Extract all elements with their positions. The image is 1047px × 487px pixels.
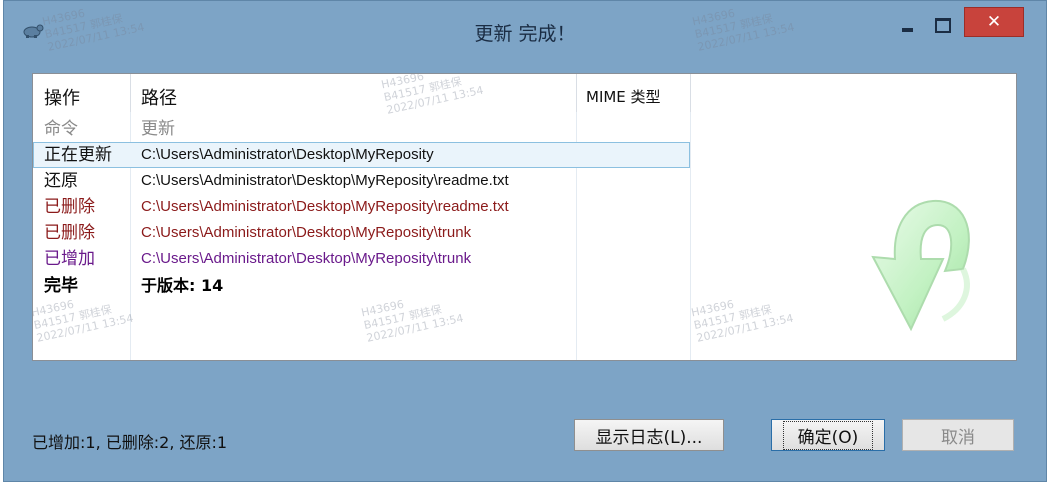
row-path: C:\Users\Administrator\Desktop\MyReposit… (141, 198, 509, 215)
row-action: 已删除 (44, 197, 95, 217)
ok-label: 确定(O) (782, 420, 874, 450)
row-path: 于版本: 14 (141, 276, 224, 295)
show-log-button[interactable]: 显示日志(L)... (574, 419, 724, 451)
cancel-label: 取消 (941, 427, 975, 448)
row-path: C:\Users\Administrator\Desktop\MyReposit… (141, 146, 434, 163)
row-path: C:\Users\Administrator\Desktop\MyReposit… (141, 172, 509, 189)
row-path: 更新 (141, 119, 175, 139)
row-action: 已增加 (44, 249, 95, 269)
row-path: C:\Users\Administrator\Desktop\MyReposit… (141, 250, 472, 267)
row-action: 正在更新 (44, 145, 112, 165)
row-action: 完毕 (44, 276, 78, 296)
show-log-label: 显示日志(L)... (595, 427, 703, 448)
row-path: C:\Users\Administrator\Desktop\MyReposit… (141, 224, 472, 241)
close-icon: ✕ (986, 12, 1002, 32)
update-dialog-window: 更新 完成！ ✕ 操作 路径 MIME 类型 命令 更新 正在更新 C:\Use… (3, 0, 1047, 482)
row-action: 已删除 (44, 223, 95, 243)
minimize-icon (901, 28, 913, 32)
header-action[interactable]: 操作 (44, 84, 80, 110)
minimize-button[interactable] (892, 9, 922, 41)
row-action: 还原 (44, 171, 78, 191)
ok-button[interactable]: 确定(O) (771, 419, 885, 451)
close-button[interactable]: ✕ (964, 7, 1024, 37)
window-title: 更新 完成！ (474, 23, 576, 45)
header-separator[interactable] (130, 74, 131, 112)
green-update-arrow-icon (871, 199, 970, 332)
header-path[interactable]: 路径 (141, 84, 177, 110)
header-separator[interactable] (690, 74, 691, 112)
row-action: 命令 (44, 119, 78, 139)
update-results-list[interactable]: 操作 路径 MIME 类型 命令 更新 正在更新 C:\Users\Admini… (32, 73, 1017, 361)
table-row[interactable]: 命令 更新 (33, 116, 1016, 142)
status-summary: 已增加:1, 已删除:2, 还原:1 (32, 433, 228, 452)
maximize-icon (935, 17, 951, 33)
header-separator[interactable] (576, 74, 577, 112)
list-header: 操作 路径 MIME 类型 (33, 74, 1016, 112)
cancel-button[interactable]: 取消 (902, 419, 1014, 451)
maximize-button[interactable] (928, 9, 958, 41)
title-bar[interactable]: 更新 完成！ ✕ (4, 1, 1046, 63)
header-mime-type[interactable]: MIME 类型 (586, 86, 661, 107)
